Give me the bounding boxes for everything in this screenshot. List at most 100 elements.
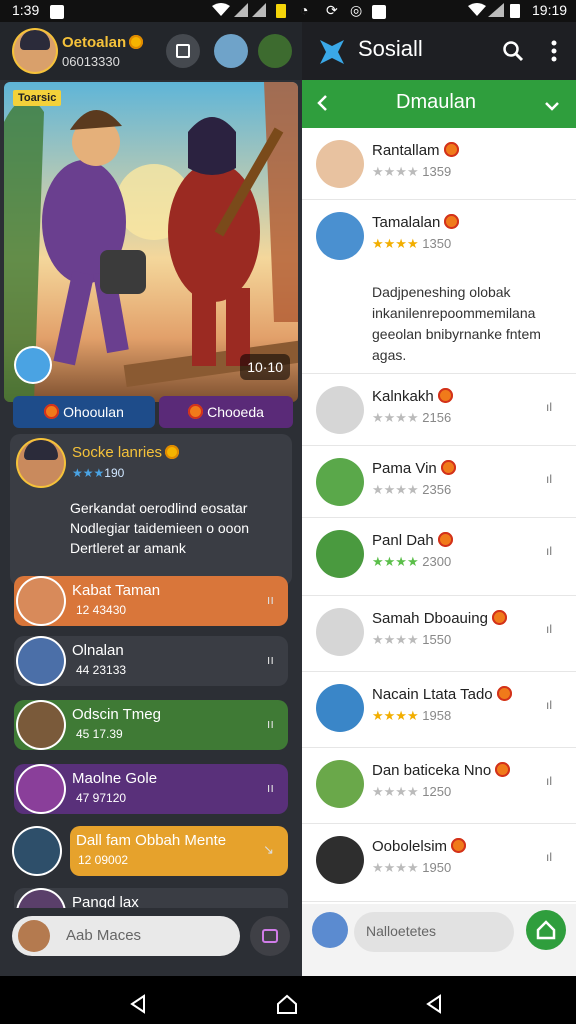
right-composer: Nalloetetes: [302, 904, 576, 976]
contact-avatar: [316, 458, 364, 506]
message-input[interactable]: Aab Maces: [12, 916, 240, 956]
star-icons: ★★★★: [372, 632, 419, 647]
house-icon: [536, 920, 556, 940]
contact-rating: ★★★★ 1958: [372, 708, 452, 723]
chat-title: Kabat Taman: [72, 582, 161, 599]
post-card[interactable]: Socke lanries ★★★190 Gerkandat oerodlind…: [10, 434, 292, 586]
coin-icon: [443, 142, 459, 157]
contact-rating: ★★★★ 2356: [372, 482, 452, 497]
contact-row[interactable]: Oobolelsim ★★★★ 1950 ıl: [302, 824, 576, 902]
navigation-bar: [0, 976, 576, 1024]
home-nav-icon[interactable]: [276, 994, 298, 1019]
contact-rating: ★★★★ 2300: [372, 554, 452, 569]
message-composer: Aab Maces: [0, 908, 302, 976]
coin-icon: [44, 404, 60, 419]
group-header: Dmaulan: [302, 80, 576, 128]
contact-row[interactable]: Rantallam ★★★★ 1359: [302, 128, 576, 200]
coin-icon: [495, 762, 511, 777]
chat-item[interactable]: Kabat Taman 12 43430 ıı: [14, 576, 288, 626]
chat-menu-icon[interactable]: ıı: [267, 652, 274, 667]
more-options-icon[interactable]: [550, 40, 558, 67]
contact-action-icon[interactable]: ıl: [546, 400, 552, 414]
contact-action-icon[interactable]: ıl: [546, 850, 552, 864]
home-button[interactable]: [526, 910, 566, 950]
contact-action-icon[interactable]: ıl: [546, 544, 552, 558]
chat-item[interactable]: Dall fam Obbah Mente 12 09002 ↘: [14, 826, 288, 876]
contact-row[interactable]: Kalnkakh ★★★★ 2156 ıl: [302, 374, 576, 446]
back-nav-icon[interactable]: [128, 994, 148, 1019]
contact-row[interactable]: Nacain Ltata Tado ★★★★ 1958 ıl: [302, 672, 576, 748]
alarm-icon: ◎: [350, 2, 363, 18]
search-icon[interactable]: [502, 40, 524, 67]
wifi-icon: [212, 3, 230, 20]
coin-icon: [440, 460, 456, 475]
contact-name: Samah Dboauing: [372, 610, 507, 627]
signal-icon: [234, 3, 268, 20]
friend-avatar-2[interactable]: [258, 34, 292, 68]
recent-nav-icon[interactable]: [424, 994, 444, 1019]
contact-avatar: [316, 760, 364, 808]
secondary-action-button[interactable]: Chooeda: [159, 396, 293, 428]
sync-icon: ◔: [300, 2, 309, 18]
chat-subtitle: 47 97120: [76, 791, 127, 805]
back-arrow-icon[interactable]: [316, 94, 328, 117]
hero-banner[interactable]: Toarsic 10·10: [4, 82, 298, 402]
app-logo-icon: [316, 36, 348, 68]
contact-avatar: [316, 212, 364, 260]
square-icon: [176, 44, 190, 58]
contact-avatar: [316, 140, 364, 188]
settings-icon: ⟳: [326, 2, 338, 18]
chat-item[interactable]: Odscin Tmeg 45 17.39 ıı: [14, 700, 288, 750]
signal-icon-right: [488, 3, 506, 20]
star-icons: ★★★★: [372, 164, 419, 179]
contact-row[interactable]: Dan baticeka Nno ★★★★ 1250 ıl: [302, 748, 576, 824]
shield-badge-icon[interactable]: [16, 348, 50, 382]
contact-action-icon[interactable]: ıl: [546, 622, 552, 636]
chat-item[interactable]: Olnalan 44 23133 ıı: [14, 636, 288, 686]
right-message-input[interactable]: Nalloetetes: [354, 912, 514, 952]
battery-icon-right: [510, 4, 520, 21]
contact-name: Rantallam: [372, 142, 459, 159]
chat-menu-icon[interactable]: ↘: [263, 842, 274, 858]
contact-name: Dan baticeka Nno: [372, 762, 511, 779]
contact-row[interactable]: Pama Vin ★★★★ 2356 ıl: [302, 446, 576, 518]
chat-subtitle: 44 23133: [76, 663, 127, 677]
post-author-avatar[interactable]: [18, 440, 64, 486]
post-title: Socke lanries: [72, 444, 180, 461]
chat-menu-icon[interactable]: ıı: [267, 780, 274, 795]
right-composer-avatar: [312, 912, 348, 948]
profile-number: 06013330: [62, 54, 120, 69]
contact-row[interactable]: Samah Dboauing ★★★★ 1550 ıl: [302, 596, 576, 672]
contact-avatar: [316, 684, 364, 732]
contact-rating: ★★★★ 2156: [372, 410, 452, 425]
chat-avatar: [18, 766, 64, 812]
chat-title: Odscin Tmeg: [72, 706, 161, 723]
primary-action-button[interactable]: Ohooulan: [13, 396, 155, 428]
contact-rating: ★★★★ 1359: [372, 164, 452, 179]
contact-row[interactable]: Panl Dah ★★★★ 2300 ıl: [302, 518, 576, 596]
star-icons: ★★★★: [372, 236, 419, 251]
contact-action-icon[interactable]: ıl: [546, 774, 552, 788]
contact-action-icon[interactable]: ıl: [546, 698, 552, 712]
coin-icon: [437, 388, 453, 403]
chat-avatar: [14, 828, 60, 874]
right-panel: Sosiall Dmaulan Rantallam ★★★★ 1359 Tamala…: [302, 22, 576, 976]
coin-icon: [129, 35, 144, 49]
contact-rating: ★★★★ 1550: [372, 632, 452, 647]
attach-button[interactable]: [250, 916, 290, 956]
contact-avatar: [316, 836, 364, 884]
chat-title: Olnalan: [72, 642, 124, 659]
chevron-down-icon[interactable]: [544, 98, 560, 116]
contact-name: Nacain Ltata Tado: [372, 686, 512, 703]
profile-avatar[interactable]: [14, 30, 56, 72]
left-panel: Oetoalan 06013330 Toarsic 10·10 Ohooulan…: [0, 22, 302, 976]
chat-menu-icon[interactable]: ıı: [267, 592, 274, 607]
chat-item[interactable]: Maolne Gole 47 97120 ıı: [14, 764, 288, 814]
contact-action-icon[interactable]: ıl: [546, 472, 552, 486]
chat-menu-icon[interactable]: ıı: [267, 716, 274, 731]
contact-avatar: [316, 608, 364, 656]
window-button[interactable]: [166, 34, 200, 68]
coin-icon: [496, 686, 512, 701]
contact-rating: ★★★★ 1350: [372, 236, 452, 251]
friend-avatar-1[interactable]: [214, 34, 248, 68]
